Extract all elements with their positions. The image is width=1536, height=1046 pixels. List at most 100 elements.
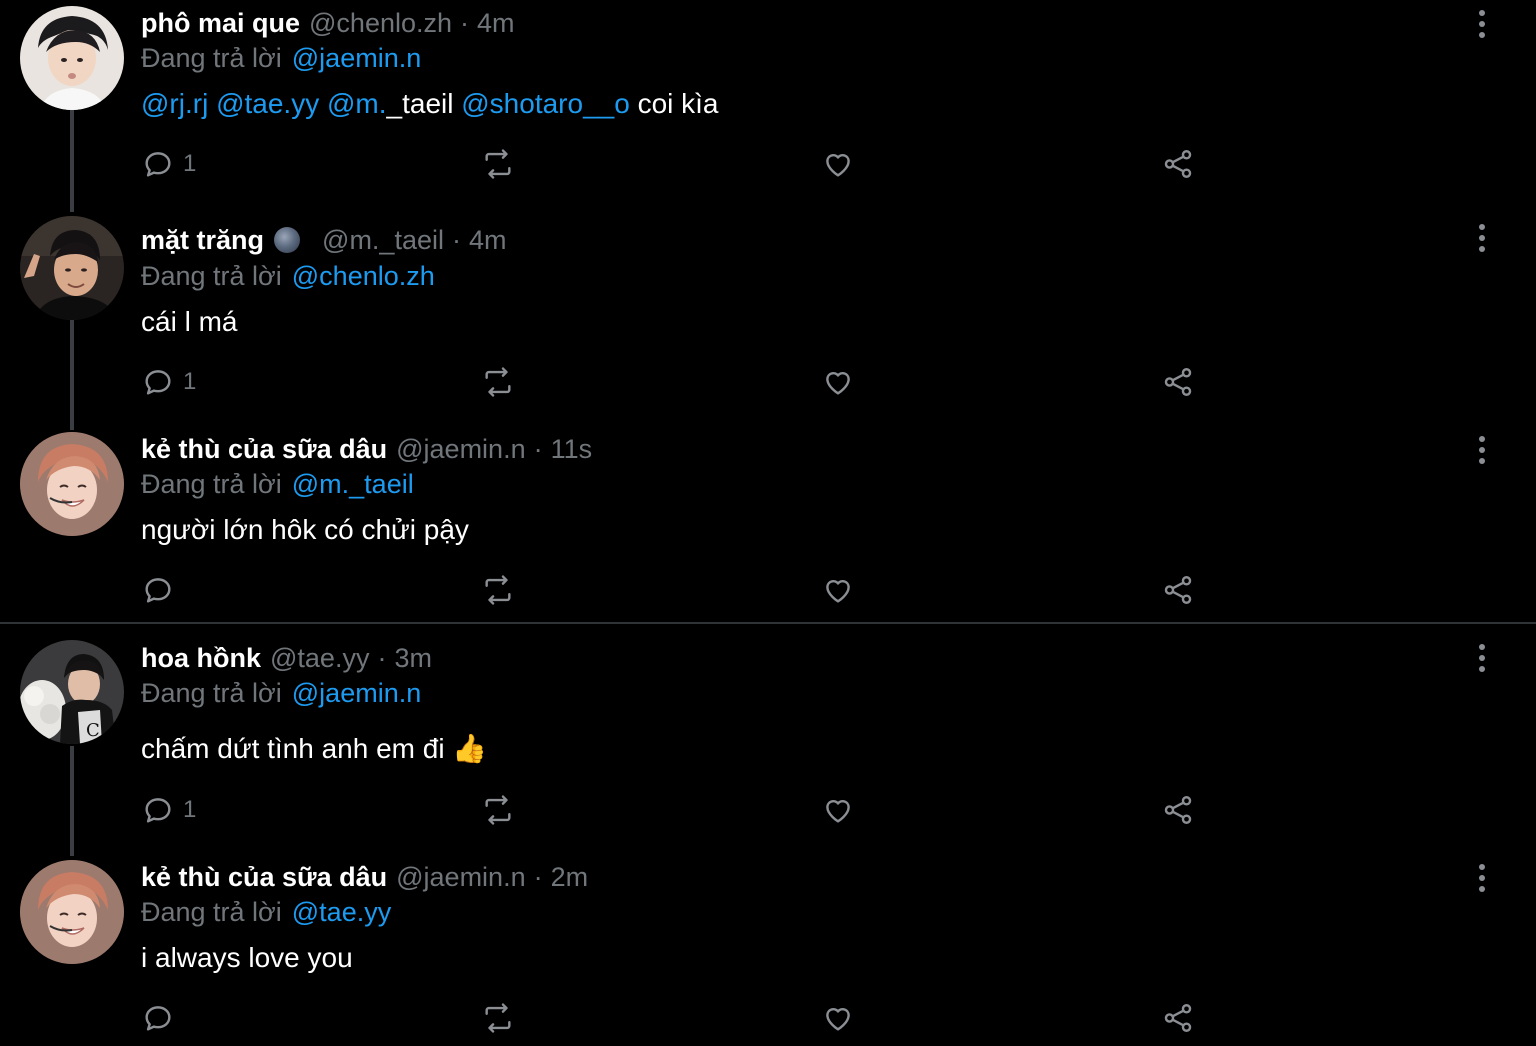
- reply-icon: [145, 152, 171, 177]
- action-bar: 1: [0, 790, 1536, 830]
- timestamp[interactable]: 11s: [551, 434, 593, 465]
- reply-button[interactable]: 1: [141, 362, 196, 402]
- user-handle[interactable]: @jaemin.n: [396, 434, 525, 465]
- action-bar: [0, 998, 1536, 1038]
- text-segment: coi kìa: [629, 88, 719, 119]
- reply-icon: [145, 578, 171, 603]
- heart-icon: [826, 580, 850, 603]
- replying-label: Đang trả lời: [141, 896, 282, 927]
- action-bar: 1: [0, 144, 1536, 184]
- heart-icon: [826, 800, 850, 823]
- mention-link[interactable]: @m.: [327, 88, 387, 120]
- replying-to-mention[interactable]: @m._taeil: [292, 469, 414, 500]
- user-handle[interactable]: @chenlo.zh: [309, 8, 452, 39]
- reply-button[interactable]: 1: [141, 790, 196, 830]
- display-name[interactable]: hoa hồnk: [141, 643, 261, 674]
- more-vertical-icon[interactable]: [1466, 642, 1498, 674]
- avatar[interactable]: [20, 216, 124, 320]
- retweet-button[interactable]: [481, 144, 515, 184]
- like-button[interactable]: [821, 790, 855, 830]
- user-handle[interactable]: @tae.yy: [270, 643, 369, 674]
- retweet-button[interactable]: [481, 998, 515, 1038]
- retweet-icon: [485, 149, 511, 179]
- replying-to: Đang trả lời @jaemin.n: [141, 41, 421, 75]
- replying-label: Đang trả lời: [141, 42, 282, 73]
- replying-to-mention[interactable]: @jaemin.n: [292, 43, 421, 74]
- like-button[interactable]: [821, 570, 855, 610]
- tweet-text: người lớn hôk có chửi pậy: [141, 512, 469, 548]
- display-name[interactable]: mặt trăng: [141, 225, 264, 256]
- share-icon: [1164, 796, 1192, 824]
- svg-text:C: C: [86, 720, 100, 741]
- retweet-button[interactable]: [481, 570, 515, 610]
- replying-to: Đang trả lời @tae.yy: [141, 895, 391, 929]
- reply-icon: [145, 370, 171, 395]
- replying-to-mention[interactable]: @chenlo.zh: [292, 261, 435, 292]
- like-button[interactable]: [821, 362, 855, 402]
- share-button[interactable]: [1161, 998, 1195, 1038]
- mention-link[interactable]: @tae.yy: [216, 88, 319, 120]
- display-name[interactable]: kẻ thù của sữa dâu: [141, 434, 387, 465]
- like-button[interactable]: [821, 144, 855, 184]
- retweet-button[interactable]: [481, 790, 515, 830]
- display-name[interactable]: kẻ thù của sữa dâu: [141, 862, 387, 893]
- timestamp[interactable]: 2m: [551, 862, 589, 893]
- replying-label: Đang trả lời: [141, 677, 282, 708]
- text-segment: i always love you: [141, 942, 353, 973]
- more-vertical-icon[interactable]: [1466, 862, 1498, 894]
- mention-link[interactable]: @shotaro__o: [461, 88, 630, 120]
- more-vertical-icon[interactable]: [1466, 222, 1498, 254]
- separator-dot: ·: [377, 642, 387, 673]
- share-button[interactable]: [1161, 570, 1195, 610]
- share-button[interactable]: [1161, 362, 1195, 402]
- conversation-divider: [0, 622, 1536, 624]
- text-segment: người lớn hôk có chửi pậy: [141, 514, 469, 545]
- action-bar: 1: [0, 362, 1536, 402]
- share-button[interactable]: [1161, 144, 1195, 184]
- avatar[interactable]: [20, 6, 124, 110]
- retweet-icon: [485, 1003, 511, 1033]
- replying-label: Đang trả lời: [141, 260, 282, 291]
- timestamp[interactable]: 4m: [477, 8, 515, 39]
- tweet-text: @rj.rj @tae.yy @m. _taeil @shotaro__o coi…: [141, 86, 719, 122]
- share-button[interactable]: [1161, 790, 1195, 830]
- reply-count: 1: [183, 796, 197, 823]
- replying-to-mention[interactable]: @tae.yy: [292, 897, 391, 928]
- user-handle[interactable]: @m._taeil: [322, 225, 444, 256]
- text-segment: cái l má: [141, 306, 238, 337]
- retweet-button[interactable]: [481, 362, 515, 402]
- user-handle[interactable]: @jaemin.n: [396, 862, 525, 893]
- share-icon: [1164, 1004, 1192, 1032]
- more-vertical-icon[interactable]: [1466, 8, 1498, 40]
- avatar[interactable]: [20, 432, 124, 536]
- heart-icon: [826, 1008, 850, 1031]
- reply-button[interactable]: [141, 570, 183, 610]
- avatar[interactable]: [20, 860, 124, 964]
- reply-icon: [145, 798, 171, 823]
- reply-thread-feed: phô mai que @chenlo.zh · 4m Đang trả lời…: [0, 0, 1536, 1046]
- more-vertical-icon[interactable]: [1466, 434, 1498, 466]
- reply-button[interactable]: 1: [141, 144, 196, 184]
- replying-label: Đang trả lời: [141, 468, 282, 499]
- retweet-icon: [485, 575, 511, 605]
- heart-icon: [826, 154, 850, 177]
- timestamp[interactable]: 3m: [394, 643, 432, 674]
- moon-emoji-icon: [274, 227, 301, 253]
- share-icon: [1164, 368, 1192, 396]
- tweet-text: chấm dứt tình anh em đi 👍: [141, 730, 487, 766]
- reply-button[interactable]: [141, 998, 183, 1038]
- like-button[interactable]: [821, 998, 855, 1038]
- share-icon: [1164, 150, 1192, 178]
- mention-link[interactable]: @rj.rj: [141, 88, 208, 120]
- reply-icon: [145, 1006, 171, 1031]
- text-segment: [208, 88, 216, 120]
- avatar[interactable]: C: [20, 640, 124, 744]
- display-name[interactable]: phô mai que: [141, 8, 300, 39]
- text-segment: [319, 88, 327, 120]
- replying-to-mention[interactable]: @jaemin.n: [292, 678, 421, 709]
- replying-to: Đang trả lời @chenlo.zh: [141, 259, 435, 293]
- heart-icon: [826, 372, 850, 395]
- text-segment: chấm dứt tình anh em đi 👍: [141, 732, 488, 764]
- separator-dot: ·: [533, 433, 543, 464]
- timestamp[interactable]: 4m: [469, 225, 507, 256]
